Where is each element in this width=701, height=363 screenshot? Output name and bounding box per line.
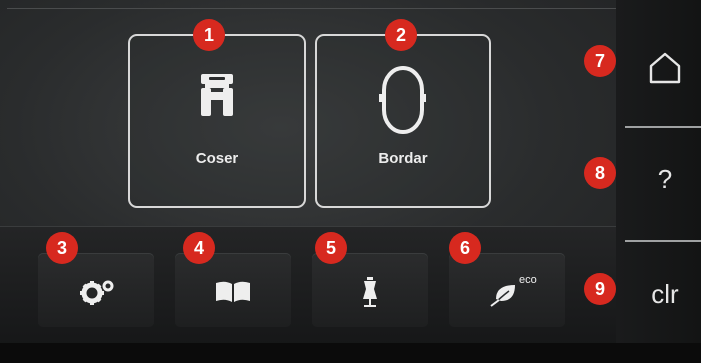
tutorial-button[interactable] — [175, 253, 291, 327]
sewing-label: Coser — [195, 150, 239, 167]
home-icon — [649, 52, 681, 84]
home-button[interactable] — [640, 46, 690, 96]
eco-leaf-icon: eco — [490, 274, 537, 307]
callout-badge: 8 — [584, 157, 616, 189]
help-button[interactable]: ? — [640, 164, 690, 195]
sewing-tile[interactable]: Coser — [128, 34, 306, 208]
embroidery-hoop-icon — [379, 66, 426, 134]
settings-gears-icon — [80, 280, 114, 305]
top-frame — [7, 8, 616, 227]
callout-badge: 1 — [193, 19, 225, 51]
callout-badge: 2 — [385, 19, 417, 51]
callout-badge: 7 — [584, 45, 616, 77]
help-label: ? — [657, 164, 673, 194]
callout-badge: 5 — [315, 232, 347, 264]
callout-badge: 9 — [584, 273, 616, 305]
embroidery-tile[interactable]: Bordar — [315, 34, 491, 208]
separator — [625, 126, 701, 128]
callout-badge: 6 — [449, 232, 481, 264]
embroidery-label: Bordar — [378, 150, 428, 167]
callout-badge: 3 — [46, 232, 78, 264]
sewing-consultant-button[interactable] — [312, 253, 428, 327]
callout-badge: 4 — [183, 232, 215, 264]
separator — [625, 240, 701, 242]
dress-form-icon — [363, 277, 377, 307]
clear-label: clr — [651, 279, 679, 309]
sewing-machine-screen: Coser Bordar eco ? clr 1 2 3 4 5 6 7 8 9 — [0, 0, 701, 363]
eco-mode-button[interactable]: eco — [449, 253, 565, 327]
presser-foot-icon — [201, 74, 233, 116]
clear-button[interactable]: clr — [633, 279, 697, 310]
eco-text: eco — [519, 274, 537, 286]
book-icon — [216, 281, 250, 302]
settings-button[interactable] — [38, 253, 154, 327]
footer-band — [0, 343, 701, 363]
